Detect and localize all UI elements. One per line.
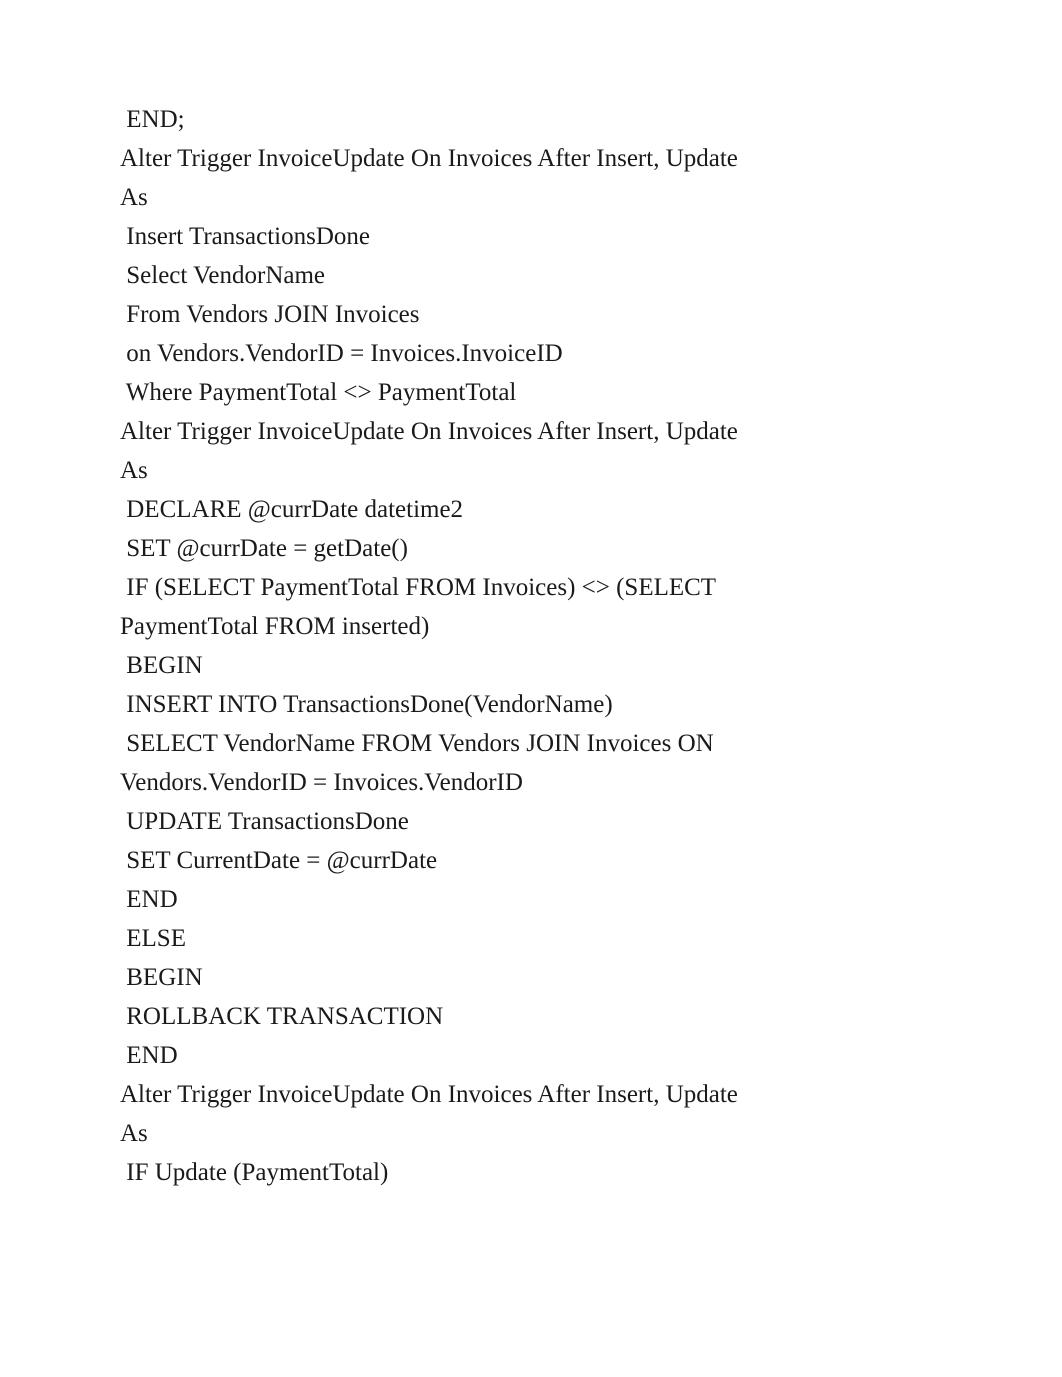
code-line: Vendors.VendorID = Invoices.VendorID [120, 763, 962, 802]
code-line: PaymentTotal FROM inserted) [120, 607, 962, 646]
code-line: Select VendorName [120, 256, 962, 295]
code-line: SET @currDate = getDate() [120, 529, 962, 568]
code-line: BEGIN [120, 646, 962, 685]
code-line: on Vendors.VendorID = Invoices.InvoiceID [120, 334, 962, 373]
code-line: END; [120, 100, 962, 139]
code-line: Where PaymentTotal <> PaymentTotal [120, 373, 962, 412]
code-line: IF (SELECT PaymentTotal FROM Invoices) <… [120, 568, 962, 607]
code-line: As [120, 1114, 962, 1153]
code-line: IF Update (PaymentTotal) [120, 1153, 962, 1192]
document-page: END; Alter Trigger InvoiceUpdate On Invo… [0, 0, 1062, 1377]
code-line: As [120, 451, 962, 490]
code-line: As [120, 178, 962, 217]
code-line: Alter Trigger InvoiceUpdate On Invoices … [120, 139, 962, 178]
code-line: Insert TransactionsDone [120, 217, 962, 256]
code-line: DECLARE @currDate datetime2 [120, 490, 962, 529]
code-line: ROLLBACK TRANSACTION [120, 997, 962, 1036]
code-line: Alter Trigger InvoiceUpdate On Invoices … [120, 1075, 962, 1114]
code-line: UPDATE TransactionsDone [120, 802, 962, 841]
code-line: SET CurrentDate = @currDate [120, 841, 962, 880]
code-line: Alter Trigger InvoiceUpdate On Invoices … [120, 412, 962, 451]
code-line: SELECT VendorName FROM Vendors JOIN Invo… [120, 724, 962, 763]
code-line: END [120, 880, 962, 919]
code-line: BEGIN [120, 958, 962, 997]
code-line: END [120, 1036, 962, 1075]
code-line: ELSE [120, 919, 962, 958]
code-line: INSERT INTO TransactionsDone(VendorName) [120, 685, 962, 724]
code-line: From Vendors JOIN Invoices [120, 295, 962, 334]
